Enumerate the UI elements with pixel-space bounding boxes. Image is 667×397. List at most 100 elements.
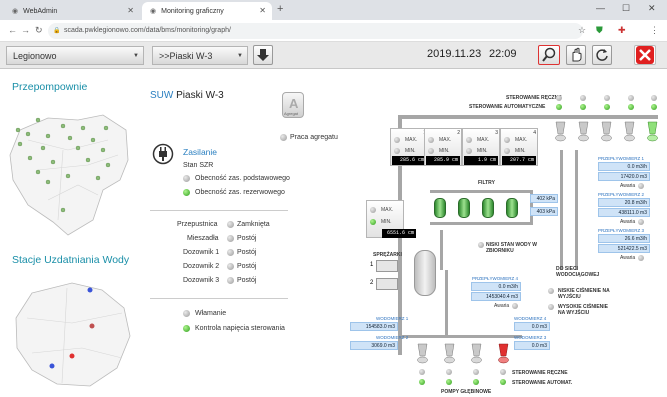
reload-icon[interactable]: ↻ bbox=[35, 25, 43, 36]
dozownik2-led bbox=[227, 263, 234, 270]
star-icon[interactable]: ☆ bbox=[578, 25, 586, 36]
station-select[interactable]: >>Piaski W-3 ▼ bbox=[152, 46, 248, 65]
zas-rez-label: Obecność zas. rezerwowego bbox=[195, 189, 285, 196]
dozownik3-led bbox=[227, 277, 234, 284]
suw-prefix: SUW bbox=[150, 90, 174, 101]
sterowanie-reczne-bottom: STEROWANIE RĘCZNE bbox=[512, 370, 568, 376]
awaria-label: Awaria bbox=[494, 303, 510, 309]
pump-icon-active[interactable] bbox=[646, 120, 659, 144]
zas-podst-label: Obecność zas. podstawowego bbox=[195, 175, 290, 182]
wlamanie-led bbox=[183, 310, 190, 317]
chevron-down-icon: ▼ bbox=[133, 53, 139, 59]
top-pump-auto-led bbox=[580, 104, 586, 110]
deep-pump-icon[interactable] bbox=[416, 342, 429, 366]
menu-icon[interactable]: ⋮ bbox=[650, 25, 659, 36]
deep-pump-auto-led bbox=[446, 379, 452, 385]
deep-pump-manual-led bbox=[473, 369, 479, 375]
maximize-icon[interactable]: ☐ bbox=[622, 3, 630, 14]
wodomierz2-label: WODOMIERZ 2 bbox=[376, 335, 409, 340]
shield-extension-icon[interactable]: ⛊ bbox=[596, 25, 603, 36]
tank-level-value: 6551.6 cm bbox=[382, 229, 416, 238]
compressor-1[interactable]: 1 bbox=[370, 260, 398, 272]
pressure-tank bbox=[414, 250, 436, 296]
przepustnica-led bbox=[227, 221, 234, 228]
pumps-map[interactable] bbox=[8, 110, 133, 240]
max-led bbox=[504, 137, 510, 143]
pump-icon[interactable] bbox=[623, 120, 636, 144]
extension-icon[interactable]: ✚ bbox=[618, 25, 626, 36]
flowmeter3-label: PRZEPŁYWOMIERZ 3 bbox=[598, 228, 645, 233]
min-led bbox=[428, 148, 434, 154]
pan-button[interactable] bbox=[566, 45, 586, 65]
max-led bbox=[428, 137, 434, 143]
suw-title: Stacje Uzdatniania Wody bbox=[12, 254, 130, 266]
deep-pump-icon[interactable] bbox=[470, 342, 483, 366]
pump-icon[interactable] bbox=[577, 120, 590, 144]
compressor-number: 2 bbox=[370, 280, 374, 286]
zoom-button[interactable] bbox=[538, 45, 560, 65]
min-label: MIN. bbox=[439, 148, 450, 154]
url-text: scada.pwklegionowo.com/data/bms/monitori… bbox=[64, 27, 231, 34]
back-icon[interactable]: ← bbox=[8, 25, 17, 35]
refresh-icon bbox=[596, 49, 608, 61]
awaria-led bbox=[638, 219, 644, 225]
sterowanie-reczne-label: STEROWANIE RĘCZNE bbox=[506, 95, 562, 101]
globe-icon: ◉ bbox=[150, 8, 157, 15]
top-pump-manual-led bbox=[604, 95, 610, 101]
wysokie-cis-led bbox=[548, 304, 554, 310]
level-value-2: 285.9 cm bbox=[426, 156, 460, 165]
suw-heading: SUW Piaski W-3 bbox=[150, 90, 224, 101]
zas-podst-led bbox=[183, 175, 190, 182]
filter-1[interactable] bbox=[434, 198, 446, 218]
refresh-button[interactable] bbox=[592, 45, 612, 65]
filter-2[interactable] bbox=[458, 198, 470, 218]
deep-pump-manual-led bbox=[446, 369, 452, 375]
deep-pump-icon-alarm[interactable] bbox=[497, 342, 510, 366]
download-button[interactable] bbox=[253, 45, 273, 65]
agregat-icon[interactable]: A Agregat bbox=[282, 92, 304, 118]
top-pump-auto-led bbox=[628, 104, 634, 110]
pumps-title: Przepompownie bbox=[12, 81, 88, 93]
globe-icon: ◉ bbox=[12, 8, 19, 15]
new-tab-button[interactable]: + bbox=[277, 3, 283, 15]
wlamanie-label: Włamanie bbox=[195, 310, 227, 317]
pompy-label: POMPY GŁĘBINOWE bbox=[441, 389, 492, 395]
sprezarki-label: SPRĘŻARKI bbox=[373, 252, 402, 258]
wodomierz1-value: 154583.0 m3 bbox=[350, 322, 398, 331]
zasilanie-title: Zasilanie bbox=[183, 147, 218, 157]
min-led bbox=[370, 219, 376, 225]
compressor-number: 1 bbox=[370, 262, 374, 268]
wodomierz3-value: 0.0 m3 bbox=[514, 341, 550, 350]
stan-szr-label: Stan SZR bbox=[183, 162, 214, 169]
compressor-2[interactable]: 2 bbox=[370, 278, 398, 290]
deep-pump-icon[interactable] bbox=[443, 342, 456, 366]
close-icon[interactable]: ✕ bbox=[127, 6, 134, 15]
tab-monitoring[interactable]: ◉ Monitoring graficzny ✕ bbox=[142, 2, 272, 20]
pipe bbox=[402, 335, 522, 338]
tab-webadmin[interactable]: ◉ WebAdmin ✕ bbox=[4, 2, 140, 20]
max-led bbox=[394, 137, 400, 143]
filter-3[interactable] bbox=[482, 198, 494, 218]
close-icon[interactable]: ✕ bbox=[259, 6, 266, 15]
close-window-icon[interactable]: ✕ bbox=[648, 3, 656, 14]
wodomierz1-label: WODOMIERZ 1 bbox=[376, 316, 409, 321]
min-led bbox=[394, 148, 400, 154]
pipe bbox=[398, 115, 658, 119]
pump-icon[interactable] bbox=[554, 120, 567, 144]
filter-4[interactable] bbox=[506, 198, 518, 218]
dozownik1-led bbox=[227, 249, 234, 256]
dozownik1-state: Postój bbox=[237, 249, 257, 256]
wodomierz3-label: WODOMIERZ 3 bbox=[514, 335, 547, 340]
close-view-button[interactable] bbox=[634, 45, 656, 65]
minimize-icon[interactable]: — bbox=[596, 3, 605, 13]
address-bar[interactable]: 🔒 scada.pwklegionowo.com/data/bms/monito… bbox=[48, 23, 583, 39]
flowmeter4-label: PRZEPŁYWOMIERZ 4 bbox=[472, 276, 519, 281]
location-select[interactable]: Legionowo ▼ bbox=[6, 46, 144, 65]
suw-map[interactable] bbox=[12, 278, 132, 390]
pump-icon[interactable] bbox=[600, 120, 613, 144]
forward-icon[interactable]: → bbox=[21, 25, 30, 35]
station-select-value: >>Piaski W-3 bbox=[159, 51, 213, 61]
flowmeter4-rate: 0.0 m3/h bbox=[471, 282, 521, 291]
top-pump-auto-led bbox=[651, 104, 657, 110]
deep-pump-auto-led bbox=[473, 379, 479, 385]
